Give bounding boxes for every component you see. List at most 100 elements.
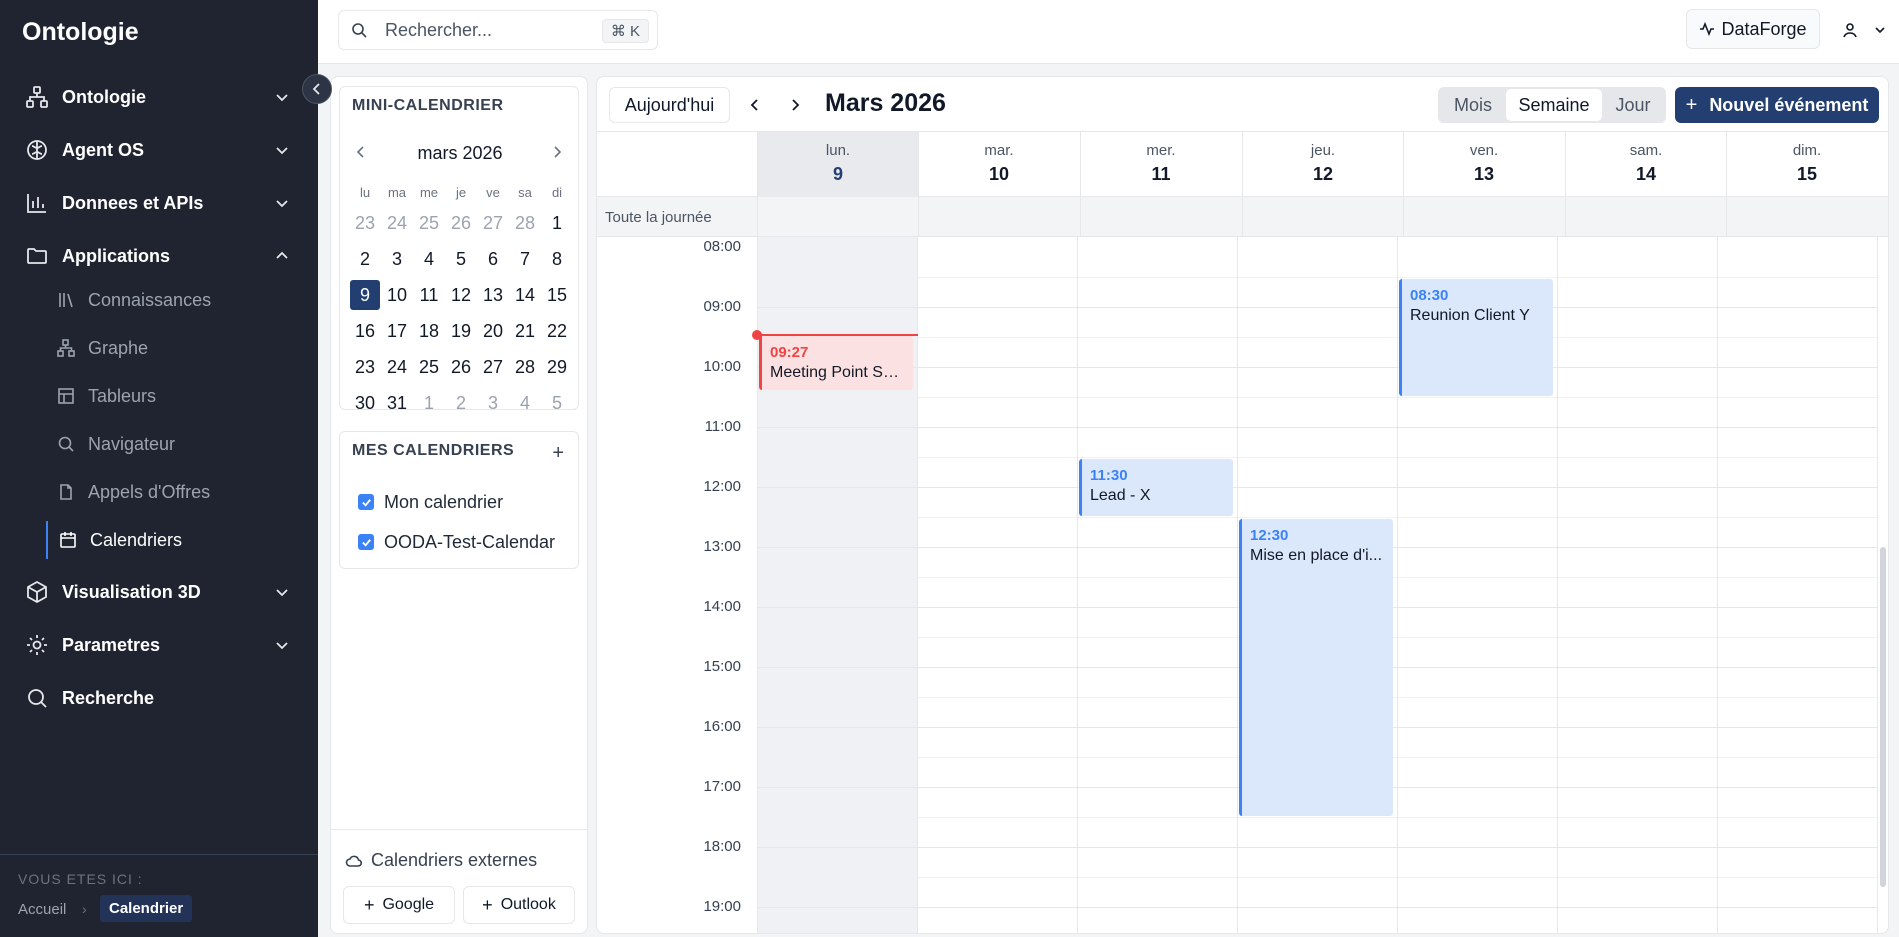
mini-calendar-day[interactable]: 27 — [478, 352, 508, 382]
mini-calendar-day[interactable]: 23 — [350, 208, 380, 238]
calendar-event[interactable]: 11:30 Lead - X — [1079, 459, 1233, 516]
all-day-cell[interactable] — [1726, 197, 1887, 237]
sidebar-item-ontologie[interactable]: Ontologie — [0, 77, 318, 117]
day-header[interactable]: mer. 11 — [1080, 132, 1241, 198]
sidebar-subitem-connaissances[interactable]: Connaissances — [46, 281, 306, 319]
mini-calendar-day[interactable]: 13 — [478, 280, 508, 310]
mini-calendar-day[interactable]: 15 — [542, 280, 572, 310]
mini-calendar-day[interactable]: 30 — [350, 388, 380, 418]
sidebar-subitem-calendriers[interactable]: Calendriers — [46, 521, 306, 559]
sidebar-item-parametres[interactable]: Parametres — [0, 625, 318, 665]
mini-calendar-next-button[interactable] — [550, 145, 564, 164]
day-header[interactable]: lun. 9 — [757, 132, 918, 198]
mini-calendar-day[interactable]: 25 — [414, 352, 444, 382]
sidebar-item-visualisation[interactable]: Visualisation 3D — [0, 572, 318, 612]
mini-calendar-day[interactable]: 22 — [542, 316, 572, 346]
mini-calendar-day[interactable]: 16 — [350, 316, 380, 346]
mini-calendar-day[interactable]: 5 — [446, 244, 476, 274]
day-header[interactable]: jeu. 12 — [1242, 132, 1403, 198]
all-day-cell[interactable] — [1080, 197, 1241, 237]
day-header[interactable]: ven. 13 — [1403, 132, 1564, 198]
all-day-cell[interactable] — [1403, 197, 1564, 237]
all-day-cell[interactable] — [918, 197, 1079, 237]
mini-calendar-day[interactable]: 3 — [382, 244, 412, 274]
mini-calendar-day[interactable]: 7 — [510, 244, 540, 274]
calendar-event[interactable]: 12:30 Mise en place d'i... — [1239, 519, 1393, 816]
all-day-cell[interactable] — [1242, 197, 1403, 237]
mini-calendar-day[interactable]: 8 — [542, 244, 572, 274]
mini-calendar-day[interactable]: 12 — [446, 280, 476, 310]
sidebar-subitem-appels[interactable]: Appels d'Offres — [46, 473, 306, 511]
mini-calendar-day[interactable]: 5 — [542, 388, 572, 418]
mini-calendar-day[interactable]: 3 — [478, 388, 508, 418]
mini-calendar-day[interactable]: 11 — [414, 280, 444, 310]
checkbox-checked-icon[interactable] — [358, 494, 374, 510]
day-header[interactable]: mar. 10 — [918, 132, 1079, 198]
mini-calendar-day[interactable]: 31 — [382, 388, 412, 418]
mini-calendar-day[interactable]: 29 — [542, 352, 572, 382]
today-button[interactable]: Aujourd'hui — [609, 87, 730, 123]
mini-calendar-day[interactable]: 24 — [382, 208, 412, 238]
mini-calendar-day[interactable]: 24 — [382, 352, 412, 382]
mini-calendar-day[interactable]: 1 — [542, 208, 572, 238]
add-calendar-button[interactable]: + — [552, 442, 564, 465]
mini-calendar-day[interactable]: 19 — [446, 316, 476, 346]
breadcrumb-home-link[interactable]: Accueil — [18, 901, 66, 918]
mini-calendar-day[interactable]: 9 — [350, 280, 380, 310]
mini-calendar-day[interactable]: 4 — [510, 388, 540, 418]
sidebar-item-applications[interactable]: Applications — [0, 236, 318, 276]
subitem-label: Navigateur — [88, 433, 176, 454]
mini-calendar-day[interactable]: 27 — [478, 208, 508, 238]
event-time: 09:27 — [770, 344, 809, 361]
mini-calendar-day[interactable]: 20 — [478, 316, 508, 346]
new-event-button[interactable]: + Nouvel événement — [1675, 87, 1879, 123]
sidebar-item-donnees[interactable]: Donnees et APIs — [0, 183, 318, 223]
outlook-button[interactable]: + Outlook — [463, 886, 575, 924]
next-week-button[interactable] — [781, 91, 809, 119]
mini-calendar-day[interactable]: 2 — [350, 244, 380, 274]
all-day-cell[interactable] — [757, 197, 918, 237]
calendar-event[interactable]: 08:30 Reunion Client Y — [1399, 279, 1553, 396]
user-icon — [1842, 23, 1857, 38]
view-day-button[interactable]: Jour — [1602, 89, 1664, 121]
mini-calendar-day[interactable]: 26 — [446, 352, 476, 382]
mini-calendar-day[interactable]: 10 — [382, 280, 412, 310]
sidebar-subitem-navigateur[interactable]: Navigateur — [46, 425, 306, 463]
mini-calendar-day[interactable]: 28 — [510, 352, 540, 382]
mini-calendar-day[interactable]: 17 — [382, 316, 412, 346]
calendar-item[interactable]: OODA-Test-Calendar — [358, 530, 555, 554]
calendar-event[interactable]: 09:27 Meeting Point Se... — [759, 336, 913, 390]
mini-calendar-day[interactable]: 21 — [510, 316, 540, 346]
google-button[interactable]: + Google — [343, 886, 455, 924]
mini-calendar-day[interactable]: 25 — [414, 208, 444, 238]
mini-calendar-day[interactable]: 26 — [446, 208, 476, 238]
mini-calendar-day[interactable]: 18 — [414, 316, 444, 346]
day-header[interactable]: dim. 15 — [1726, 132, 1887, 198]
search-box[interactable]: ⌘ K — [338, 10, 658, 50]
calendar-item[interactable]: Mon calendrier — [358, 490, 503, 514]
mini-calendar-day[interactable]: 6 — [478, 244, 508, 274]
mini-calendar-day[interactable]: 23 — [350, 352, 380, 382]
mini-calendar-day[interactable]: 2 — [446, 388, 476, 418]
sidebar-item-recherche[interactable]: Recherche — [0, 678, 318, 718]
workspace-button[interactable]: DataForge — [1686, 9, 1820, 49]
mini-calendar-day[interactable]: 28 — [510, 208, 540, 238]
half-hour-gridline — [757, 457, 1877, 458]
view-week-button[interactable]: Semaine — [1506, 89, 1602, 121]
mini-calendar-day[interactable]: 1 — [414, 388, 444, 418]
user-menu-button[interactable] — [1834, 16, 1894, 44]
prev-week-button[interactable] — [741, 91, 769, 119]
mini-calendar-day[interactable]: 4 — [414, 244, 444, 274]
all-day-cell[interactable] — [1565, 197, 1726, 237]
sidebar-item-label: Parametres — [62, 634, 161, 655]
sidebar-subitem-tableurs[interactable]: Tableurs — [46, 377, 306, 415]
sidebar-item-agent-os[interactable]: Agent OS — [0, 130, 318, 170]
grid-scrollbar[interactable] — [1880, 547, 1886, 887]
search-input[interactable] — [385, 18, 585, 42]
checkbox-checked-icon[interactable] — [358, 534, 374, 550]
mini-calendar-day[interactable]: 14 — [510, 280, 540, 310]
collapse-sidebar-button[interactable] — [302, 74, 332, 104]
view-month-button[interactable]: Mois — [1440, 89, 1506, 121]
sidebar-subitem-graphe[interactable]: Graphe — [46, 329, 306, 367]
day-header[interactable]: sam. 14 — [1565, 132, 1726, 198]
